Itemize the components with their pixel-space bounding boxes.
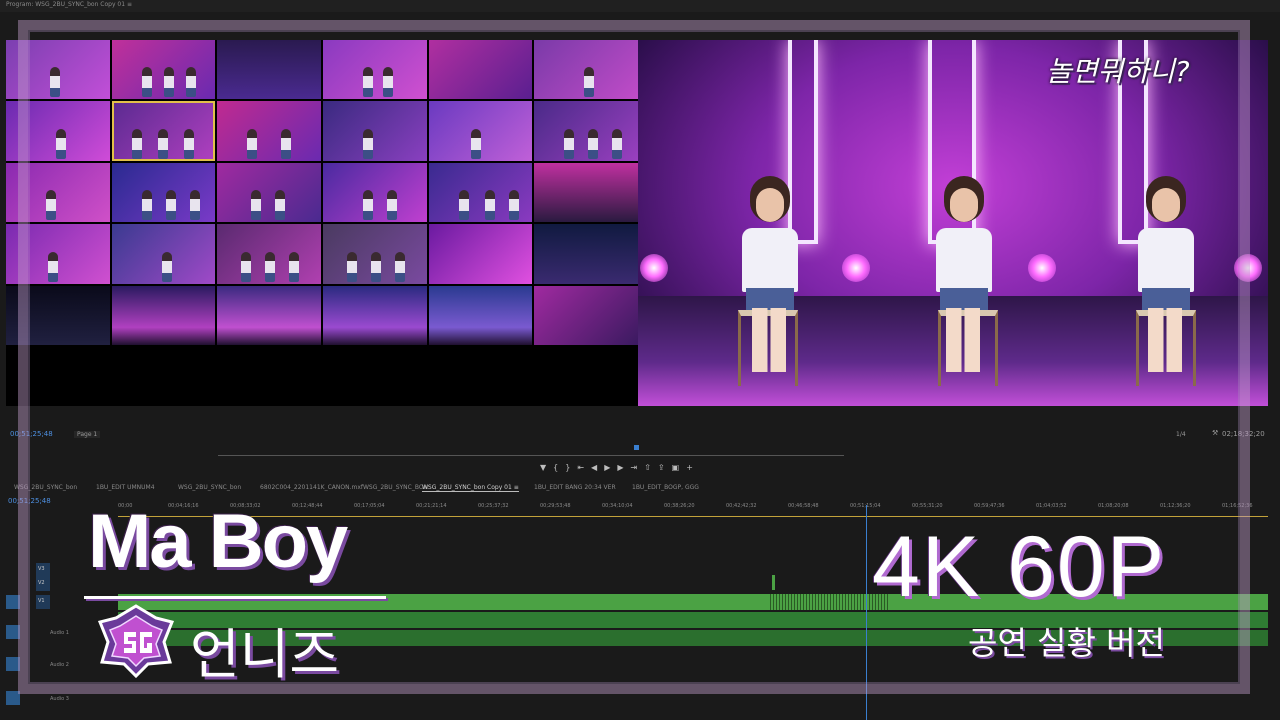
- ruler-tick: 00;34;10;04: [602, 503, 633, 509]
- timeline-playhead[interactable]: [866, 505, 867, 720]
- ruler-tick: 01;16;52;36: [1222, 503, 1253, 509]
- extract-icon[interactable]: ⇪: [658, 463, 672, 472]
- camera-angle-10[interactable]: [322, 101, 427, 161]
- ruler-tick: 00;42;42;32: [726, 503, 757, 509]
- performer: [928, 188, 998, 378]
- camera-angle-27[interactable]: [217, 285, 321, 345]
- playhead-marker[interactable]: [634, 445, 639, 450]
- camera-angle-15[interactable]: [217, 162, 321, 223]
- camera-angle-9[interactable]: [217, 101, 321, 161]
- camera-angle-14[interactable]: [111, 162, 216, 223]
- camera-angle-25[interactable]: [6, 285, 110, 345]
- camera-angle-11[interactable]: [428, 101, 533, 161]
- mark-out-icon[interactable]: }: [565, 463, 577, 472]
- current-timecode[interactable]: 00;51;25;48: [10, 430, 53, 438]
- camera-angle-1[interactable]: [6, 40, 110, 100]
- page-select[interactable]: Page 1: [74, 431, 101, 438]
- camera-angle-24[interactable]: [534, 224, 638, 284]
- camera-angle-16[interactable]: [322, 162, 427, 223]
- video-spec: 4K 60P: [872, 519, 1167, 615]
- ruler-tick: 00;29;53;48: [540, 503, 571, 509]
- ruler-tick: 00;46;58;48: [788, 503, 819, 509]
- duration-timecode: 02;18;32;20: [1222, 430, 1265, 438]
- ruler-tick: 00;25;37;32: [478, 503, 509, 509]
- stage-light: [640, 254, 668, 282]
- camera-angle-29[interactable]: [428, 285, 533, 345]
- artist-name: 언니즈: [190, 623, 340, 686]
- version-label: 공연 실황 버전: [968, 624, 1165, 662]
- sequence-tabs: WSG_2BU_SYNC_bon 1BU_EDIT UMNUM4 WSG_2BU…: [0, 484, 1280, 496]
- stage-light: [842, 254, 870, 282]
- ruler-tick: 00;59;47;36: [974, 503, 1005, 509]
- camera-angle-30[interactable]: [534, 285, 638, 345]
- camera-angle-28[interactable]: [322, 285, 427, 345]
- add-icon[interactable]: +: [686, 463, 700, 472]
- camera-angle-12[interactable]: [534, 101, 638, 161]
- step-back-icon[interactable]: ◀: [591, 463, 604, 472]
- clip-v2[interactable]: [772, 575, 775, 590]
- ruler-tick: 00;17;05;04: [354, 503, 385, 509]
- play-icon[interactable]: ▶: [604, 463, 617, 472]
- stage-light: [1234, 254, 1262, 282]
- ruler-tick: 00;55;31;20: [912, 503, 943, 509]
- broadcast-logo: 놀면뭐하니?: [1046, 55, 1190, 88]
- program-title[interactable]: Program: WSG_2BU_SYNC_bon Copy 01 ≡: [6, 1, 132, 8]
- camera-angle-4[interactable]: [322, 40, 427, 100]
- camera-angle-21[interactable]: [217, 224, 321, 284]
- tab-sequence[interactable]: 6802C004_2201141K_CANON.mxfWSG_2BU_SYNC_…: [260, 484, 428, 491]
- timeline-timecode[interactable]: 00;51;25;48: [8, 497, 51, 505]
- ruler-tick: 01;08;20;08: [1098, 503, 1129, 509]
- title-underline: [84, 596, 386, 599]
- tab-sequence[interactable]: WSG_2BU_SYNC_bon: [178, 484, 241, 491]
- camera-angle-19[interactable]: [6, 224, 110, 284]
- program-preview[interactable]: 놀면뭐하니?: [638, 40, 1268, 406]
- mark-in-icon[interactable]: {: [553, 463, 565, 472]
- ruler-tick: 00;38;26;20: [664, 503, 695, 509]
- wrench-icon[interactable]: ⚒: [1212, 429, 1218, 437]
- camera-angle-2[interactable]: [111, 40, 216, 100]
- camera-angle-13[interactable]: [6, 162, 110, 223]
- camera-angle-22[interactable]: [322, 224, 427, 284]
- camera-angle-20[interactable]: [111, 224, 216, 284]
- song-title: Ma Boy: [88, 499, 348, 584]
- lift-icon[interactable]: ⇧: [644, 463, 658, 472]
- go-to-out-icon[interactable]: ⇥: [631, 463, 645, 472]
- transport-controls: ▼{}⇤◀▶▶⇥⇧⇪▣+: [540, 463, 740, 475]
- ruler-tick: 01;04;03;52: [1036, 503, 1067, 509]
- zoom-select[interactable]: 1/4: [1176, 431, 1186, 438]
- track-header-a3[interactable]: Audio 3: [6, 691, 116, 705]
- scrub-bar[interactable]: [218, 455, 844, 456]
- camera-angle-8-selected[interactable]: [111, 101, 216, 161]
- multicam-grid[interactable]: [6, 40, 638, 345]
- monitor-controls: 00;51;25;48 Page 1 1/4 ⚒ 02;18;32;20: [0, 428, 1280, 442]
- marker-icon[interactable]: ▼: [540, 463, 553, 472]
- step-forward-icon[interactable]: ▶: [617, 463, 630, 472]
- performer: [1130, 188, 1200, 378]
- camera-angle-18[interactable]: [534, 162, 638, 223]
- program-monitor-header: Program: WSG_2BU_SYNC_bon Copy 01 ≡: [0, 0, 1280, 12]
- tab-sequence[interactable]: WSG_2BU_SYNC_bon: [14, 484, 77, 491]
- camera-angle-6[interactable]: [534, 40, 638, 100]
- go-to-in-icon[interactable]: ⇤: [577, 463, 591, 472]
- tab-sequence-active[interactable]: WSG_2BU_SYNC_bon Copy 01 ≡: [422, 484, 519, 492]
- performer: [734, 188, 804, 378]
- camera-angle-7[interactable]: [6, 101, 110, 161]
- ruler-tick: 00;21;21;14: [416, 503, 447, 509]
- stage-light: [1028, 254, 1056, 282]
- ruler-tick: 01;12;36;20: [1160, 503, 1191, 509]
- tab-sequence[interactable]: 1BU_EDIT UMNUM4: [96, 484, 155, 491]
- program-monitor[interactable]: 놀면뭐하니?: [6, 40, 1268, 406]
- camera-angle-5[interactable]: [428, 40, 533, 100]
- camera-icon[interactable]: ▣: [672, 463, 687, 472]
- camera-angle-26[interactable]: [111, 285, 216, 345]
- sg-logo-icon: [97, 604, 175, 678]
- camera-angle-17[interactable]: [428, 162, 533, 223]
- camera-angle-23[interactable]: [428, 224, 533, 284]
- camera-angle-3[interactable]: [217, 40, 321, 100]
- tab-sequence[interactable]: 1BU_EDIT BANG 20:34 VER: [534, 484, 616, 491]
- tab-sequence[interactable]: 1BU_EDIT_BOGP, GGG: [632, 484, 699, 491]
